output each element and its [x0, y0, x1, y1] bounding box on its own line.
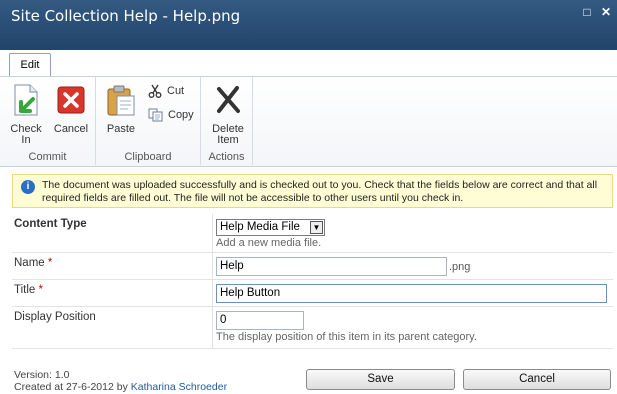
save-button[interactable]: Save — [306, 369, 455, 390]
required-marker: * — [47, 257, 53, 269]
content-type-value: Help Media File — [220, 221, 300, 233]
cancel-button[interactable]: Cancel — [463, 369, 611, 390]
content-type-description: Add a new media file. — [216, 237, 322, 249]
tab-edit[interactable]: Edit — [9, 53, 51, 76]
content-type-field: Help Media File ▼ Add a new media file. — [212, 214, 613, 252]
ribbon-group-clipboard: Paste Cut Copy Clipboard — [96, 77, 201, 165]
restore-icon[interactable]: □ — [580, 5, 594, 19]
display-position-input[interactable]: 0 — [216, 311, 304, 330]
clipboard-group-label: Clipboard — [124, 151, 172, 163]
paste-label: Paste — [106, 123, 136, 135]
copy-icon — [148, 108, 163, 122]
paste-button[interactable]: Paste — [104, 83, 138, 135]
cancel-icon — [57, 86, 85, 114]
display-position-label: Display Position — [14, 311, 96, 323]
chevron-down-icon[interactable]: ▼ — [310, 221, 323, 234]
status-message-text: The document was uploaded successfully a… — [42, 179, 598, 204]
version-text: Version: 1.0 — [14, 369, 70, 381]
created-prefix: Created at 27-6-2012 by — [14, 381, 128, 393]
cut-label: Cut — [167, 85, 185, 97]
content-type-select[interactable]: Help Media File ▼ — [216, 219, 325, 236]
delete-icon — [217, 86, 240, 113]
name-input[interactable]: Help — [216, 257, 447, 276]
dialog-title-bar: Site Collection Help - Help.png □ ✕ — [0, 0, 617, 50]
check-in-label: Check In — [10, 123, 42, 146]
name-field: Help .png — [212, 253, 613, 279]
commit-group-label: Commit — [28, 151, 67, 163]
paste-icon — [107, 85, 135, 116]
cut-button[interactable]: Cut — [148, 82, 184, 100]
display-position-description: The display position of this item in its… — [216, 331, 477, 343]
actions-group-label: Actions — [208, 151, 245, 163]
display-position-row: Display Position 0 The display position … — [12, 307, 613, 349]
name-label: Name * — [14, 257, 53, 269]
status-message-bar: i The document was uploaded successfully… — [12, 174, 613, 208]
delete-item-label: Delete Item — [212, 123, 244, 146]
check-in-button[interactable]: Check In — [6, 83, 46, 146]
cancel-ribbon-label: Cancel — [53, 123, 89, 135]
ribbon-group-commit: Check In Cancel Commit — [0, 77, 96, 165]
content-type-row: Content Type Help Media File ▼ Add a new… — [12, 214, 613, 253]
copy-button[interactable]: Copy — [148, 106, 194, 124]
ribbon: Check In Cancel Commit Paste Cut Copy Cl… — [0, 76, 617, 167]
cancel-ribbon-button[interactable]: Cancel — [52, 83, 90, 135]
content-type-label: Content Type — [14, 218, 87, 230]
close-icon[interactable]: ✕ — [599, 5, 613, 19]
required-marker: * — [38, 284, 43, 296]
name-row: Name * Help .png — [12, 253, 613, 280]
title-field: Help Button — [212, 280, 613, 306]
created-info: Created at 27-6-2012 by Katharina Schroe… — [14, 381, 227, 393]
info-icon: i — [21, 180, 35, 194]
title-input[interactable]: Help Button — [216, 284, 607, 303]
ribbon-group-actions: Delete Item Actions — [201, 77, 253, 165]
file-extension: .png — [449, 261, 471, 273]
title-row: Title * Help Button — [12, 280, 613, 307]
title-label: Title * — [14, 284, 43, 296]
check-in-icon — [14, 84, 38, 116]
dialog-title: Site Collection Help - Help.png — [11, 7, 241, 25]
scissors-icon — [148, 84, 162, 98]
created-by-link[interactable]: Katharina Schroeder — [131, 381, 227, 393]
copy-label: Copy — [168, 109, 194, 121]
display-position-field: 0 The display position of this item in i… — [212, 307, 613, 348]
delete-item-button[interactable]: Delete Item — [208, 83, 248, 146]
